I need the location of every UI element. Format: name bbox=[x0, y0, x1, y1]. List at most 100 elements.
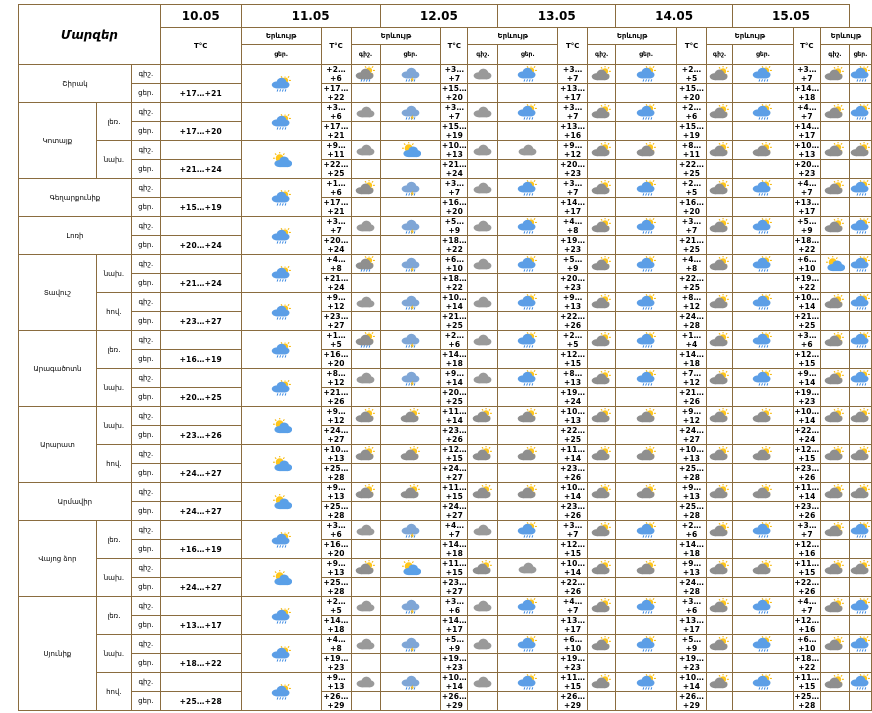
cloud-sun-icon bbox=[355, 484, 375, 499]
night-weather-cell bbox=[587, 235, 617, 255]
day-weather-cell bbox=[732, 197, 794, 217]
temperature-cell: +9…+12 bbox=[557, 140, 589, 160]
day-weather-cell bbox=[849, 83, 872, 103]
forecast-row: Կոտայք լեռ. գիշ. +3…+6 +3…+7 +3…+7 +2…+6 +4…+7 bbox=[18, 102, 872, 179]
storm-rain-icon bbox=[401, 219, 420, 234]
forecast-row: Արմավիր գիշ. +9…+13 +11…+15 +10…+14 +9…+13 +11… bbox=[18, 482, 872, 521]
temperature-cell: +14…+17 bbox=[440, 615, 469, 635]
cloud-sun-icon bbox=[753, 408, 773, 423]
cloud-icon bbox=[356, 372, 375, 384]
temperature-cell: +11…+15 bbox=[440, 482, 469, 502]
temperature-cell: +19…+22 bbox=[792, 273, 821, 293]
weather-icon-cell bbox=[240, 102, 322, 141]
temperature-cell: +22…+26 bbox=[792, 577, 821, 597]
storm-rain-icon bbox=[401, 637, 420, 652]
night-weather-cell bbox=[706, 539, 733, 559]
day-weather-cell bbox=[379, 140, 442, 160]
rain-cloud-icon bbox=[636, 104, 656, 120]
temperature-cell: +3…+7 bbox=[676, 216, 708, 236]
temperature-cell: +23…+26 bbox=[557, 463, 589, 483]
subzone-label: նախ. bbox=[95, 406, 132, 445]
temperature-cell bbox=[159, 368, 242, 388]
temperature-cell: +21…+25 bbox=[440, 311, 469, 331]
subzone-label: նախ. bbox=[95, 368, 132, 407]
cloud-sun-icon bbox=[636, 560, 656, 575]
day-weather-cell bbox=[849, 501, 872, 521]
cloud-sun-icon bbox=[825, 446, 845, 461]
sun-cloud-icon bbox=[401, 560, 421, 576]
day-weather-cell bbox=[849, 311, 872, 331]
rain-cloud-icon bbox=[636, 598, 656, 614]
day-weather-cell bbox=[732, 463, 794, 483]
temperature-cell bbox=[159, 102, 242, 122]
forecast-row: Արագածոտն լեռ. գիշ. +1…+5 +2…+6 +2…+5 +1…+4 +3…… bbox=[18, 330, 872, 407]
day-weather-cell bbox=[732, 539, 794, 559]
night-weather-cell bbox=[706, 102, 733, 122]
cloud-sun-icon bbox=[591, 332, 612, 347]
temperature-cell: +2…+6 bbox=[676, 520, 708, 540]
temperature-cell: +1…+5 bbox=[320, 330, 352, 350]
cloud-sun-rain-icon bbox=[271, 265, 291, 282]
cloud-icon bbox=[356, 220, 375, 232]
cloud-sun-icon bbox=[753, 142, 773, 157]
temperature-cell: +23…+26 bbox=[440, 425, 469, 445]
night-weather-cell bbox=[819, 83, 851, 103]
cloud-sun-icon bbox=[709, 218, 729, 233]
temperature-cell: +23…+27 bbox=[320, 311, 352, 331]
night-weather-cell bbox=[706, 615, 733, 635]
day-weather-cell bbox=[497, 406, 559, 426]
temperature-cell: +9…+11 bbox=[320, 140, 352, 160]
night-subheader: գիշ. bbox=[587, 44, 617, 65]
temperature-cell: +20…+23 bbox=[557, 159, 589, 179]
day-label: ցեր. bbox=[130, 273, 161, 293]
temperature-cell: +14…+18 bbox=[676, 539, 708, 559]
cloud-sun-icon bbox=[709, 370, 729, 385]
day-weather-cell bbox=[849, 406, 872, 426]
day-weather-cell bbox=[379, 311, 442, 331]
temperature-cell: +23…+26 bbox=[557, 501, 589, 521]
day-weather-cell bbox=[732, 216, 794, 236]
cloud-sun-icon bbox=[591, 522, 612, 537]
day-weather-cell bbox=[379, 102, 442, 122]
rain-cloud-icon bbox=[517, 218, 538, 234]
cloud-icon bbox=[473, 676, 492, 688]
day-weather-cell bbox=[497, 368, 559, 388]
temperature-cell: +22…+25 bbox=[676, 159, 708, 179]
rain-cloud-icon bbox=[636, 180, 656, 196]
temperature-cell: +8…+13 bbox=[557, 368, 589, 388]
forecast-row: ցեր. +15…+19 +17…+21 +16…+20 +14…+17 +16…+20 +… bbox=[19, 197, 872, 217]
night-weather-cell bbox=[467, 387, 499, 407]
temperature-cell: +21…+25 bbox=[792, 311, 821, 331]
weather-header: Երևույթ bbox=[819, 27, 872, 45]
forecast-row: ցեր. +17…+21 +17…+22 +15…+20 +13…+17 +15…+20 +… bbox=[19, 83, 872, 103]
night-weather-cell bbox=[467, 425, 499, 445]
day-weather-cell bbox=[732, 406, 794, 426]
storm-rain-icon bbox=[401, 257, 420, 272]
day-label: ցեր. bbox=[130, 235, 161, 255]
cloud-sun-icon bbox=[825, 104, 845, 119]
forecast-row: ցեր. +23…+27 +23…+27 +21…+25 +22…+26 +24…+28 +… bbox=[19, 311, 872, 331]
cloud-sun-icon bbox=[591, 256, 612, 271]
day-weather-cell bbox=[732, 596, 794, 616]
day-weather-cell bbox=[849, 159, 872, 179]
temperature-cell: +4…+7 bbox=[792, 596, 821, 616]
day-weather-cell bbox=[615, 254, 678, 274]
rain-cloud-icon bbox=[850, 598, 870, 614]
day-weather-cell bbox=[849, 64, 872, 84]
night-weather-cell bbox=[587, 482, 617, 502]
day-weather-cell bbox=[379, 577, 442, 597]
cloud-sun-icon bbox=[825, 332, 845, 347]
night-weather-cell bbox=[467, 539, 499, 559]
day-weather-cell bbox=[379, 159, 442, 179]
cloud-sun-icon bbox=[636, 408, 656, 423]
night-weather-cell bbox=[587, 140, 617, 160]
rain-cloud-icon bbox=[850, 294, 870, 310]
temperature-cell: +17…+20 bbox=[159, 121, 242, 141]
cloud-sun-icon bbox=[473, 560, 493, 575]
day-weather-cell bbox=[849, 425, 872, 445]
temperature-cell bbox=[159, 596, 242, 616]
cloud-sun-icon bbox=[591, 560, 612, 575]
temperature-cell: +4…+8 bbox=[320, 254, 352, 274]
forecast-row: ցեր. +18…+22 +19…+23 +19…+23 +19…+23 +19…+23 +… bbox=[19, 653, 872, 673]
night-weather-cell bbox=[350, 672, 381, 692]
